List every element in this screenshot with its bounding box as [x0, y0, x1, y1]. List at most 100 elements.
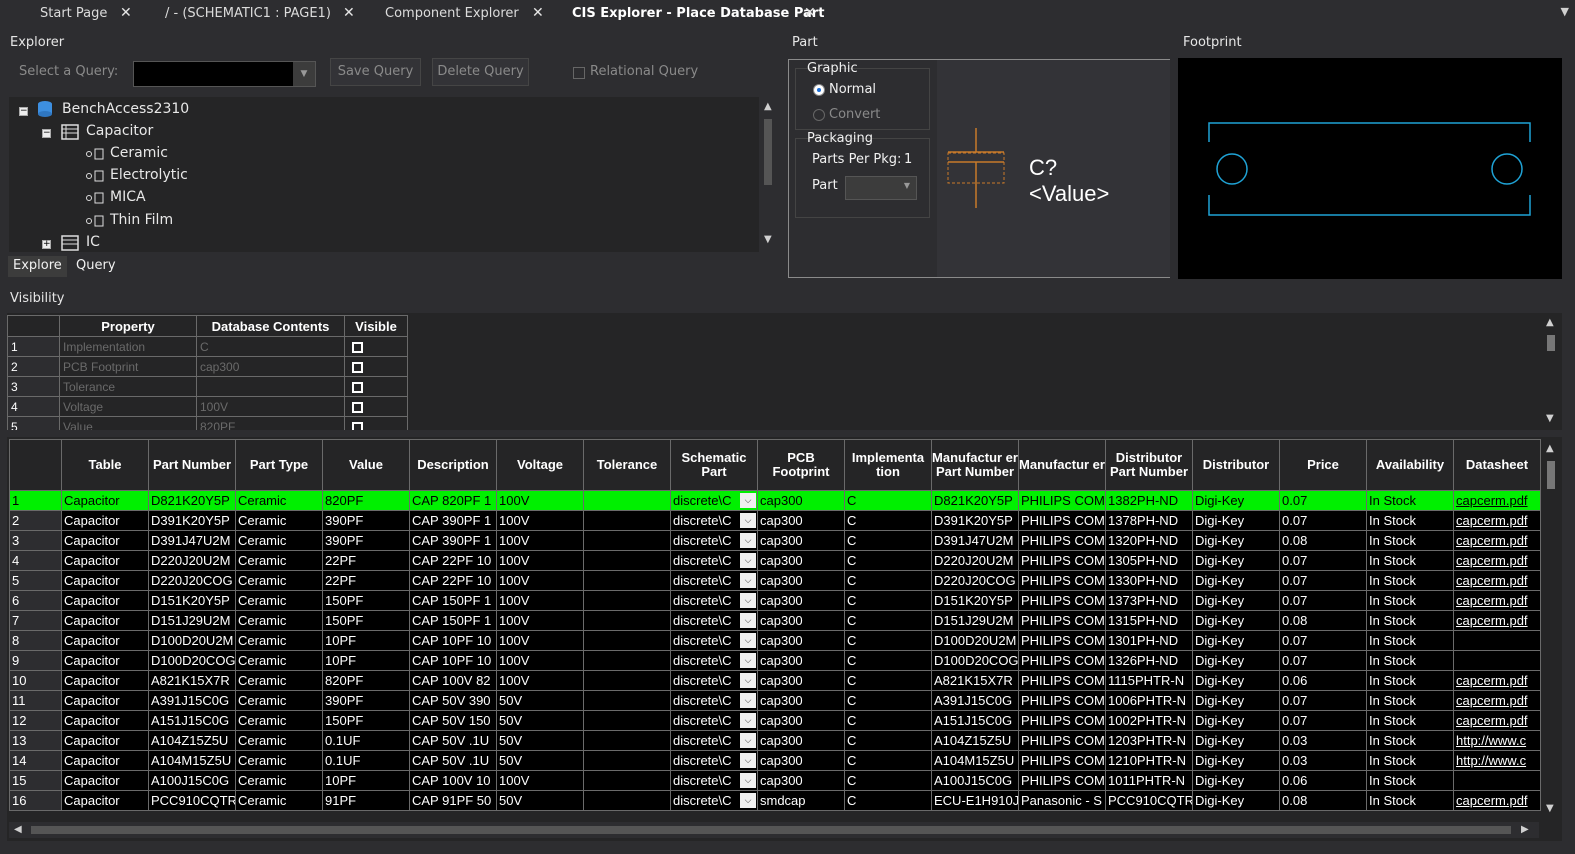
table-cell[interactable]: [583, 550, 671, 571]
table-cell[interactable]: C: [844, 610, 932, 631]
table-cell[interactable]: Digi-Key: [1192, 590, 1280, 611]
tree-node-capacitor[interactable]: Capacitor: [86, 123, 153, 139]
table-cell[interactable]: [1453, 770, 1541, 791]
scroll-up-icon[interactable]: ▲: [1546, 443, 1554, 454]
chevron-down-icon[interactable]: ⌵: [740, 793, 756, 808]
column-header[interactable]: Price: [1279, 439, 1367, 491]
table-cell[interactable]: cap300: [757, 670, 845, 691]
column-header[interactable]: Manufactur er: [1018, 439, 1106, 491]
table-cell[interactable]: 100V: [496, 770, 584, 791]
table-cell[interactable]: discrete\C ⌵: [670, 510, 758, 531]
table-cell[interactable]: 1002PHTR-N: [1105, 710, 1193, 731]
table-cell[interactable]: 0.06: [1279, 670, 1367, 691]
scroll-up-icon[interactable]: ▲: [764, 101, 772, 112]
table-cell[interactable]: PHILIPS COM: [1018, 590, 1106, 611]
table-cell[interactable]: 10PF: [322, 630, 410, 651]
table-cell[interactable]: [583, 650, 671, 671]
table-cell[interactable]: Digi-Key: [1192, 550, 1280, 571]
table-cell[interactable]: 0.07: [1279, 550, 1367, 571]
table-cell[interactable]: PHILIPS COM: [1018, 530, 1106, 551]
table-cell[interactable]: C: [844, 630, 932, 651]
table-cell[interactable]: CAP 10PF 10: [409, 650, 497, 671]
table-cell[interactable]: Capacitor: [61, 710, 149, 731]
table-cell[interactable]: D391J47U2M: [931, 530, 1019, 551]
table-cell[interactable]: CAP 22PF 10: [409, 570, 497, 591]
table-cell[interactable]: CAP 50V 150: [409, 710, 497, 731]
table-cell[interactable]: 0.08: [1279, 610, 1367, 631]
table-cell[interactable]: D821K20Y5P: [148, 490, 236, 511]
table-cell[interactable]: capcerm.pdf: [1453, 710, 1541, 731]
table-cell[interactable]: A100J15C0G: [148, 770, 236, 791]
table-cell[interactable]: Ceramic: [235, 530, 323, 551]
column-header[interactable]: Distributor: [1192, 439, 1280, 491]
table-cell[interactable]: discrete\C ⌵: [670, 650, 758, 671]
table-row[interactable]: 2 PCB Footprint cap300: [7, 356, 408, 377]
table-cell[interactable]: 100V: [496, 510, 584, 531]
table-row[interactable]: 3 Capacitor D391J47U2M Ceramic 390PF CAP 390P…: [9, 530, 1541, 551]
scroll-left-icon[interactable]: ◀: [14, 824, 22, 835]
table-cell[interactable]: Ceramic: [235, 490, 323, 511]
table-cell[interactable]: discrete\C ⌵: [670, 590, 758, 611]
table-cell[interactable]: Ceramic: [235, 770, 323, 791]
table-cell[interactable]: ECU-E1H910J: [931, 790, 1019, 811]
table-cell[interactable]: cap300: [757, 550, 845, 571]
table-cell[interactable]: 1301PH-ND: [1105, 630, 1193, 651]
table-cell[interactable]: PHILIPS COM: [1018, 550, 1106, 571]
table-cell[interactable]: [583, 790, 671, 811]
table-cell[interactable]: Ceramic: [235, 710, 323, 731]
table-cell[interactable]: Capacitor: [61, 610, 149, 631]
table-cell[interactable]: 150PF: [322, 590, 410, 611]
table-cell[interactable]: A821K15X7R: [931, 670, 1019, 691]
table-cell[interactable]: In Stock: [1366, 590, 1454, 611]
tree-node-electrolytic[interactable]: Electrolytic: [110, 167, 188, 183]
table-cell[interactable]: 22PF: [322, 570, 410, 591]
collapse-icon[interactable]: −: [42, 129, 51, 138]
table-cell[interactable]: In Stock: [1366, 510, 1454, 531]
table-cell[interactable]: 100V: [496, 650, 584, 671]
table-cell[interactable]: CAP 820PF 1: [409, 490, 497, 511]
table-cell[interactable]: In Stock: [1366, 690, 1454, 711]
table-cell[interactable]: capcerm.pdf: [1453, 590, 1541, 611]
table-cell[interactable]: CAP 150PF 1: [409, 590, 497, 611]
table-cell[interactable]: 50V: [496, 790, 584, 811]
table-cell[interactable]: cap300: [757, 650, 845, 671]
table-cell[interactable]: A151J15C0G: [931, 710, 1019, 731]
column-header[interactable]: Value: [322, 439, 410, 491]
table-cell[interactable]: 1382PH-ND: [1105, 490, 1193, 511]
chevron-down-icon[interactable]: ⌵: [740, 553, 756, 568]
chevron-down-icon[interactable]: ⌵: [740, 713, 756, 728]
table-cell[interactable]: Capacitor: [61, 790, 149, 811]
part-select[interactable]: ▼: [845, 176, 917, 200]
table-cell[interactable]: 100V: [496, 550, 584, 571]
table-cell[interactable]: Digi-Key: [1192, 750, 1280, 771]
table-cell[interactable]: PHILIPS COM: [1018, 670, 1106, 691]
chevron-down-icon[interactable]: ⌵: [740, 593, 756, 608]
table-cell[interactable]: capcerm.pdf: [1453, 690, 1541, 711]
table-cell[interactable]: 0.07: [1279, 590, 1367, 611]
table-cell[interactable]: Capacitor: [61, 770, 149, 791]
table-cell[interactable]: 100V: [496, 610, 584, 631]
table-cell[interactable]: PHILIPS COM: [1018, 690, 1106, 711]
chevron-down-icon[interactable]: ⌵: [740, 653, 756, 668]
table-row[interactable]: 2 Capacitor D391K20Y5P Ceramic 390PF CAP 390P…: [9, 510, 1541, 531]
tree-node-mica[interactable]: MICA: [110, 189, 146, 205]
table-cell[interactable]: 100V: [496, 630, 584, 651]
table-cell[interactable]: 1326PH-ND: [1105, 650, 1193, 671]
table-cell[interactable]: PHILIPS COM: [1018, 610, 1106, 631]
table-cell[interactable]: 1011PHTR-N: [1105, 770, 1193, 791]
table-row[interactable]: 10 Capacitor A821K15X7R Ceramic 820PF CAP 100…: [9, 670, 1541, 691]
table-cell[interactable]: Ceramic: [235, 630, 323, 651]
table-cell[interactable]: A100J15C0G: [931, 770, 1019, 791]
table-cell[interactable]: cap300: [757, 770, 845, 791]
scroll-thumb[interactable]: [764, 119, 772, 185]
chevron-down-icon[interactable]: ⌵: [740, 733, 756, 748]
table-cell[interactable]: 0.03: [1279, 750, 1367, 771]
table-cell[interactable]: 0.03: [1279, 730, 1367, 751]
column-header[interactable]: Part Type: [235, 439, 323, 491]
table-cell[interactable]: 0.07: [1279, 630, 1367, 651]
scroll-thumb[interactable]: [31, 826, 1511, 834]
table-cell[interactable]: CAP 10PF 10: [409, 630, 497, 651]
table-cell[interactable]: C: [844, 550, 932, 571]
column-header[interactable]: Description: [409, 439, 497, 491]
scroll-down-icon[interactable]: ▼: [1546, 413, 1554, 424]
